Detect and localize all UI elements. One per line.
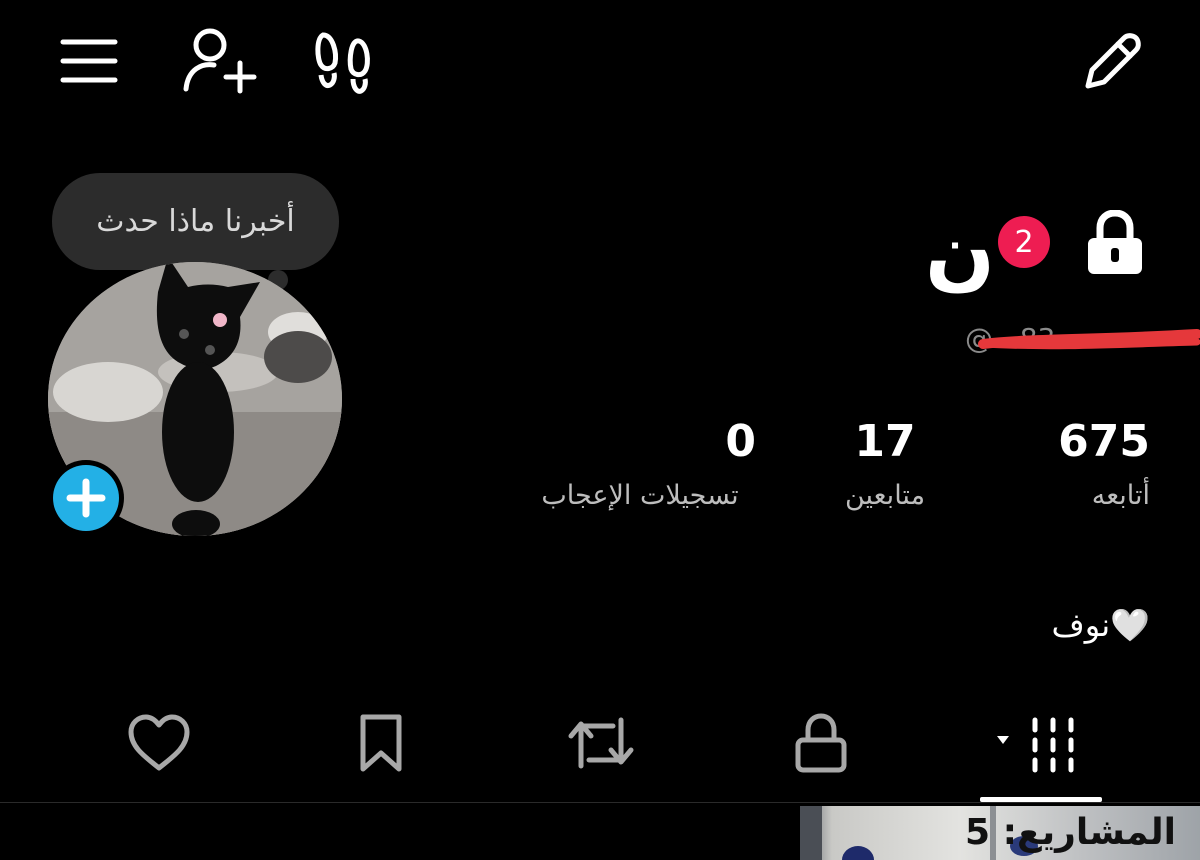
following-stat[interactable]: 675 أتابعه <box>1058 416 1150 512</box>
pencil-icon <box>1085 33 1141 89</box>
followers-count: 17 <box>854 416 916 467</box>
private-account-lock <box>1084 208 1146 278</box>
thumbnail-caption: المشاريع: 5 <box>965 812 1176 853</box>
heart-icon <box>128 714 190 771</box>
account-switch-badge[interactable]: 2 <box>998 216 1050 268</box>
menu-button[interactable] <box>52 30 124 92</box>
bio: نوف🤍 <box>1051 606 1150 644</box>
tab-reposts[interactable] <box>564 708 638 778</box>
story-prompt-bubble[interactable]: أخبرنا ماذا حدث <box>52 173 339 270</box>
tab-videos[interactable] <box>980 708 1102 778</box>
tab-liked[interactable] <box>124 708 194 778</box>
tab-private[interactable] <box>786 708 856 778</box>
add-story-circle <box>53 465 119 531</box>
following-count: 675 <box>1058 416 1150 467</box>
repost-icon <box>568 717 634 769</box>
following-label: أتابعه <box>1091 480 1150 511</box>
tabbar-divider <box>0 802 1200 803</box>
bookmark-icon <box>360 714 402 772</box>
likes-count: 0 <box>725 416 756 467</box>
lock-icon <box>1088 210 1142 274</box>
footprints-icon <box>315 32 370 94</box>
lock-icon <box>795 713 847 773</box>
likes-label: تسجيلات الإعجاب <box>541 480 739 511</box>
add-story-button[interactable] <box>48 460 124 536</box>
followers-stat[interactable]: 17 متابعين <box>820 416 950 512</box>
tab-bookmarks[interactable] <box>346 708 416 778</box>
footprints-button[interactable] <box>312 30 374 96</box>
edit-profile-button[interactable] <box>1076 28 1146 98</box>
redaction-scribble <box>978 329 1200 350</box>
likes-stat[interactable]: 0 تسجيلات الإعجاب <box>510 416 770 512</box>
add-friend-button[interactable] <box>180 24 260 96</box>
display-name: ن <box>925 205 995 300</box>
add-user-icon <box>183 28 257 94</box>
hamburger-menu-icon <box>60 39 118 83</box>
plus-icon <box>66 478 106 518</box>
grid-icon <box>997 717 1074 773</box>
followers-label: متابعين <box>844 480 926 511</box>
